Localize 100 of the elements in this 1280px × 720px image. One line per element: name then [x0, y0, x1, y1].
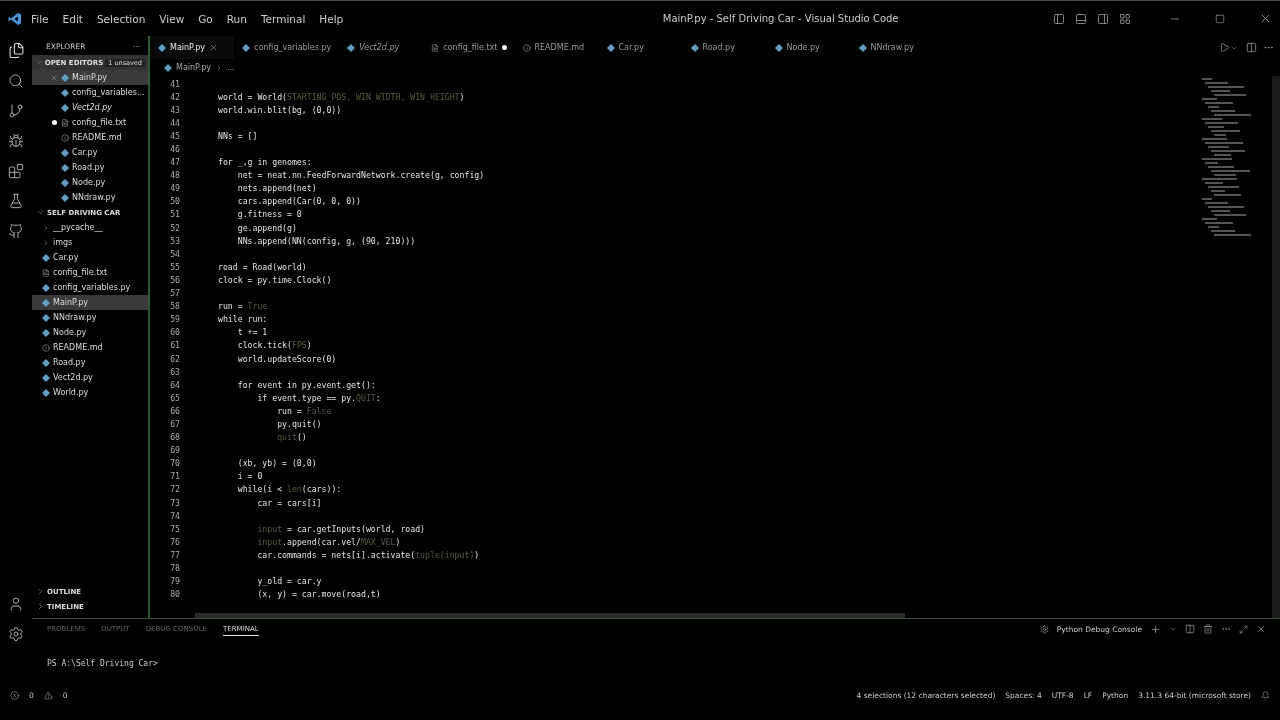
file-icon — [606, 43, 615, 52]
open-editor-item[interactable]: Vect2d.py — [32, 100, 148, 115]
open-editor-item[interactable]: NNdraw.py — [32, 190, 148, 205]
open-editor-item[interactable]: config_variables... — [32, 85, 148, 100]
editor-tab[interactable]: Node.py — [766, 36, 851, 59]
menu-item[interactable]: Selection — [91, 12, 151, 25]
line-number: 51 — [169, 209, 180, 220]
code-line: nets.append(net) — [236, 183, 317, 194]
open-editor-item[interactable]: README.md — [32, 130, 148, 145]
close-icon[interactable] — [50, 73, 58, 82]
editor-tab[interactable]: README.md — [514, 36, 599, 59]
debug-icon[interactable] — [8, 133, 24, 149]
menu-item[interactable]: Run — [221, 12, 252, 25]
close-icon[interactable] — [209, 43, 219, 52]
line-number: 77 — [169, 549, 180, 560]
close-icon[interactable] — [1256, 624, 1266, 634]
menu-item[interactable]: Terminal — [255, 12, 311, 25]
layout-icon[interactable] — [1119, 12, 1131, 25]
folder-item[interactable]: imgs — [32, 235, 148, 250]
open-editor-item[interactable]: Car.py — [32, 145, 148, 160]
caret-icon[interactable] — [1169, 625, 1177, 633]
extensions-icon[interactable] — [8, 163, 24, 179]
editor-tab[interactable]: config_variables.py — [234, 36, 340, 59]
explorer-file[interactable]: README.md — [32, 340, 148, 355]
line-number: 73 — [169, 497, 180, 508]
text-file-icon — [431, 43, 440, 52]
settings-icon[interactable] — [8, 626, 24, 642]
flask-icon[interactable] — [8, 193, 24, 209]
horizontal-scrollbar[interactable] — [195, 613, 905, 618]
account-icon[interactable] — [8, 596, 24, 612]
line-number: 56 — [169, 274, 180, 285]
explorer-file[interactable]: World.py — [32, 385, 148, 400]
toggle-secondary-sidebar-icon[interactable] — [1097, 12, 1109, 25]
split-editor-icon[interactable] — [1246, 42, 1257, 53]
explorer-file[interactable]: Car.py — [32, 250, 148, 265]
search-icon[interactable] — [8, 73, 24, 89]
line-number: 59 — [169, 314, 180, 325]
notifications-icon[interactable] — [1261, 690, 1270, 700]
editor-tab[interactable]: NNdraw.py — [850, 36, 935, 59]
line-number: 46 — [169, 144, 180, 154]
folder-item[interactable]: __pycache__ — [32, 220, 148, 235]
split-terminal-icon[interactable] — [1185, 624, 1195, 634]
line-number: 74 — [169, 510, 180, 521]
explorer-file[interactable]: config_file.txt — [32, 265, 148, 280]
close-icon[interactable] — [1259, 12, 1272, 25]
menu-item[interactable]: View — [154, 12, 190, 25]
editor-tab[interactable]: config_file.txt — [423, 36, 515, 59]
line-number: 75 — [169, 523, 180, 534]
editor-tab[interactable]: Vect2d.py — [339, 36, 424, 59]
code-line: clock = py.time.Clock() — [218, 274, 332, 285]
breadcrumb-item[interactable]: ... — [227, 63, 235, 72]
menu-item[interactable]: Edit — [57, 12, 88, 25]
maximize-icon[interactable] — [1215, 13, 1225, 24]
settings-icon[interactable] — [1039, 624, 1049, 634]
open-editor-item[interactable]: config_file.txt — [32, 115, 148, 130]
explorer-icon[interactable] — [7, 42, 25, 59]
line-number: 72 — [169, 484, 180, 495]
info-icon — [522, 43, 531, 52]
code-line: while run: — [218, 314, 268, 325]
line-number: 62 — [169, 353, 180, 364]
explorer-file[interactable]: Node.py — [32, 325, 148, 340]
breadcrumb-item[interactable]: MainP.py — [176, 63, 212, 72]
text-file-icon — [61, 118, 69, 127]
menu-item[interactable]: Help — [314, 12, 349, 25]
code-line: cars.append(Car(0, 0, 0)) — [236, 196, 361, 207]
run-icon[interactable] — [1219, 42, 1230, 53]
explorer-file[interactable]: NNdraw.py — [32, 310, 148, 325]
file-icon — [690, 43, 699, 52]
chevron-down-icon — [36, 208, 45, 217]
editor-tab[interactable]: MainP.py — [150, 36, 234, 59]
new-terminal-icon[interactable] — [1150, 623, 1161, 635]
code-line: g.fitness = 0 — [236, 209, 302, 220]
explorer-file[interactable]: Vect2d.py — [32, 370, 148, 385]
toggle-sidebar-icon[interactable] — [1053, 12, 1065, 25]
menu-item[interactable]: Go — [193, 12, 218, 25]
error-icon[interactable] — [10, 690, 19, 700]
warning-icon[interactable] — [43, 690, 53, 700]
line-number: 80 — [169, 589, 180, 600]
editor-tab[interactable]: Car.py — [598, 36, 683, 59]
file-icon — [42, 253, 50, 262]
line-number: 53 — [169, 235, 180, 246]
trash-icon[interactable] — [1203, 624, 1213, 634]
branch-icon[interactable] — [8, 103, 24, 119]
explorer-file[interactable]: MainP.py — [32, 295, 148, 310]
code-line: input = car.getInputs(world, road) — [256, 523, 426, 534]
explorer-file[interactable]: config_variables.py — [32, 280, 148, 295]
line-number: 43 — [169, 104, 180, 115]
toggle-panel-icon[interactable] — [1075, 12, 1087, 25]
scrollbar[interactable] — [1272, 76, 1280, 618]
menu-item[interactable]: File — [26, 12, 54, 25]
maximize-panel-icon[interactable] — [1239, 624, 1248, 634]
code-line: NNs.append(NN(config, g, (90, 210))) — [236, 235, 416, 246]
explorer-file[interactable]: Road.py — [32, 355, 148, 370]
open-editor-item[interactable]: MainP.py — [32, 70, 148, 85]
github-icon[interactable] — [8, 223, 24, 239]
open-editor-item[interactable]: Node.py — [32, 175, 148, 190]
editor-tab[interactable]: Road.py — [682, 36, 767, 59]
code-line: clock.tick(FPS) — [236, 340, 312, 351]
code-line: road = Road(world) — [218, 261, 307, 272]
open-editor-item[interactable]: Road.py — [32, 160, 148, 175]
